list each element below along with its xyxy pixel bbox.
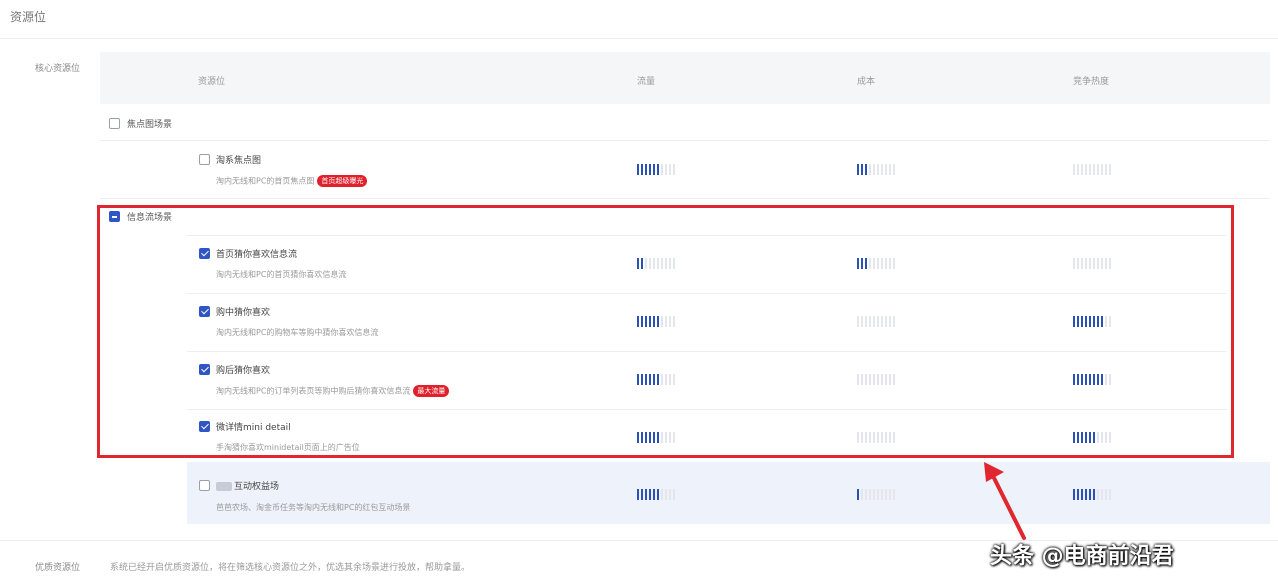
bar-segment [661,489,663,500]
header-heat: 竞争热度 [1073,77,1110,87]
bar-segment [877,164,879,175]
bar-segment [857,489,859,500]
bar-segment [1109,489,1111,500]
bar-segment [869,164,871,175]
divider [100,140,1270,141]
bar-segment [673,164,675,175]
item-desc: 淘内无线和PC的首页焦点图 首页超级曝光 [216,175,368,187]
bar-segment [1109,164,1111,175]
item-desc-text: 淘内无线和PC的首页焦点图 [216,176,315,186]
bar-segment [885,164,887,175]
item-name: 互动权益场 [216,479,279,492]
watermark: 头条 @电商前沿君 [990,544,1174,569]
bar-segment [889,489,891,500]
bar-segment [657,489,659,500]
bar-segment [657,164,659,175]
bar-segment [653,489,655,500]
red-arrow-icon [984,462,1026,540]
header-traffic: 流量 [637,77,656,87]
bar-segment [649,489,651,500]
bar-segment [641,489,643,500]
bar-segment [873,164,875,175]
quality-section-label: 优质资源位 [35,563,81,573]
bar-segment [1101,164,1103,175]
bar-segment [669,164,671,175]
cost-bar [857,164,895,175]
bar-segment [1077,489,1079,500]
bar-segment [1081,489,1083,500]
bar-segment [1093,489,1095,500]
bar-segment [1105,489,1107,500]
bar-segment [893,164,895,175]
bar-segment [649,164,651,175]
bar-segment [1085,489,1087,500]
bar-segment [881,489,883,500]
bar-segment [861,164,863,175]
bar-segment [673,489,675,500]
bar-segment [893,489,895,500]
bar-segment [1105,164,1107,175]
title-divider [0,38,1278,39]
traffic-bar [637,164,675,175]
bar-segment [865,164,867,175]
header-resource: 资源位 [198,77,226,87]
quality-section-desc: 系统已经开启优质资源位，将在筛选核心资源位之外，优选其余场景进行投放，帮助拿量。 [110,563,471,573]
item-checkbox[interactable] [199,480,210,491]
group-checkbox-focus[interactable] [109,118,120,129]
bar-segment [1085,164,1087,175]
item-desc: 芭芭农场、淘金币任务等淘内无线和PC的红包互动场景 [216,503,411,512]
bar-segment [637,164,639,175]
bar-segment [1073,489,1075,500]
bar-segment [1097,489,1099,500]
bar-segment [665,164,667,175]
bar-segment [885,489,887,500]
bar-segment [1089,489,1091,500]
bar-segment [645,164,647,175]
bar-segment [881,164,883,175]
bar-segment [889,164,891,175]
bar-segment [661,164,663,175]
bar-segment [1073,164,1075,175]
bar-segment [861,489,863,500]
bar-segment [645,489,647,500]
bar-segment [653,164,655,175]
bar-segment [1089,164,1091,175]
group-name-focus: 焦点图场景 [127,120,173,130]
bar-segment [1097,164,1099,175]
bar-segment [877,489,879,500]
cost-bar [857,489,895,500]
heat-bar [1073,164,1111,175]
bar-segment [857,164,859,175]
bar-segment [669,489,671,500]
bar-segment [1077,164,1079,175]
bar-segment [1093,164,1095,175]
bar-segment [641,164,643,175]
header-cost: 成本 [857,77,876,87]
bar-segment [869,489,871,500]
bar-segment [637,489,639,500]
highlight-box [97,205,1234,458]
divider [100,198,1270,199]
item-name-text: 互动权益场 [234,482,280,492]
core-section-label: 核心资源位 [35,64,81,74]
bar-segment [865,489,867,500]
item-tag: 首页超级曝光 [317,175,368,187]
page-title: 资源位 [10,10,47,24]
heat-bar [1073,489,1111,500]
bar-segment [1081,164,1083,175]
blurred-text [216,482,232,491]
traffic-bar [637,489,675,500]
bar-segment [665,489,667,500]
item-checkbox[interactable] [199,154,210,165]
bar-segment [1101,489,1103,500]
bar-segment [873,489,875,500]
item-name: 淘系焦点图 [216,156,262,166]
